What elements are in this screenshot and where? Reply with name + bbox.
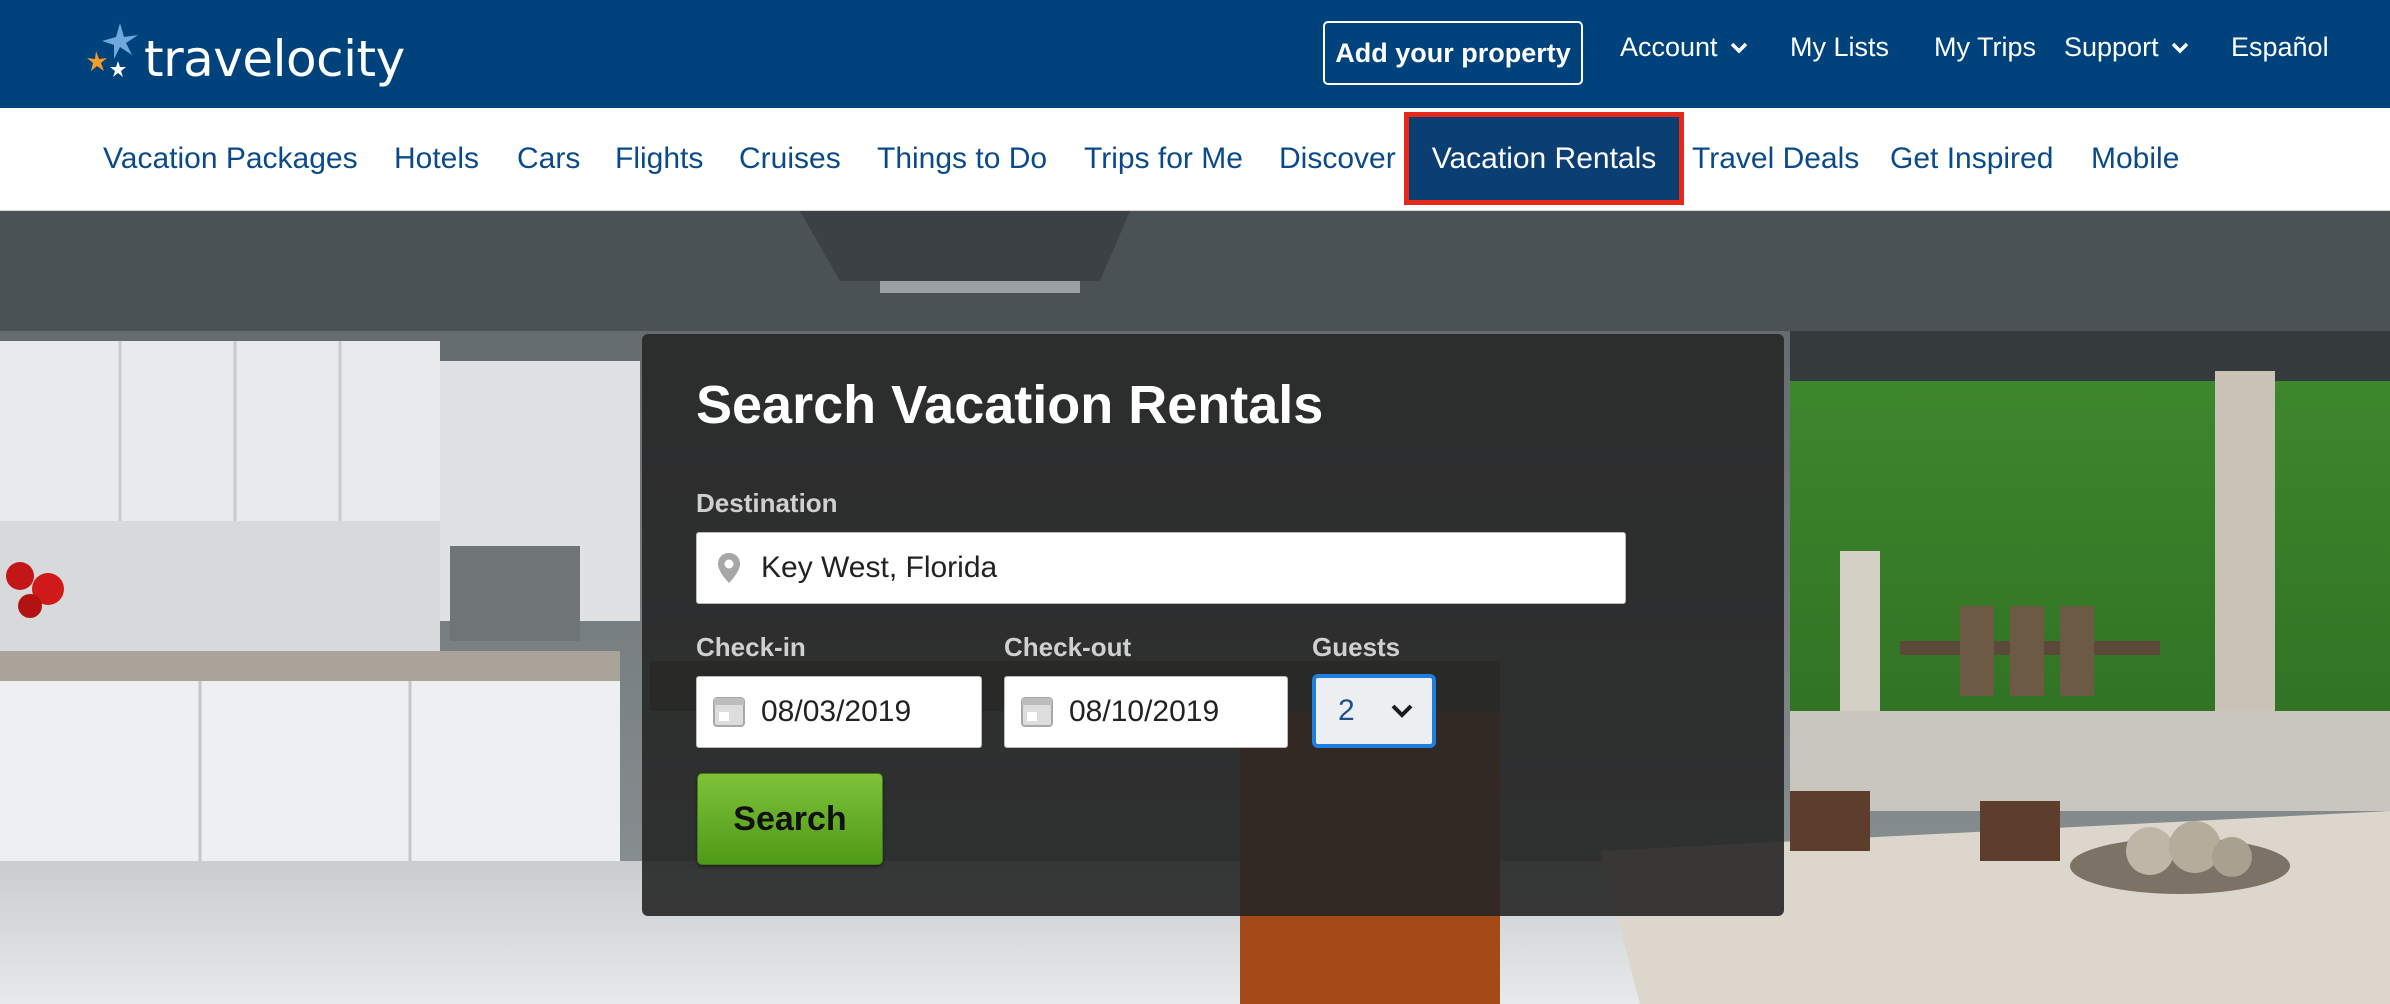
nav-vacation-rentals-label: Vacation Rentals [1431, 141, 1657, 175]
guests-label: Guests [1312, 632, 1401, 662]
chevron-down-icon [1391, 704, 1413, 718]
search-panel: Search Vacation Rentals Destination Key … [642, 334, 1784, 916]
guests-value: 2 [1338, 694, 1355, 727]
checkout-label: Check-out [1004, 632, 1132, 662]
destination-field[interactable]: Key West, Florida [696, 532, 1626, 604]
chevron-down-icon [1730, 42, 1747, 53]
nav-mobile[interactable]: Mobile [2091, 108, 2179, 210]
search-title: Search Vacation Rentals [696, 375, 1324, 435]
checkout-value: 08/10/2019 [1069, 695, 1220, 728]
nav-trips-for-me[interactable]: Trips for Me [1084, 108, 1243, 210]
search-button[interactable]: Search [697, 773, 883, 865]
nav-travel-deals[interactable]: Travel Deals [1692, 108, 1859, 210]
nav-flights[interactable]: Flights [615, 108, 703, 210]
account-menu[interactable]: Account [1620, 32, 1748, 63]
main-nav: Vacation Packages Hotels Cars Flights Cr… [0, 108, 2390, 211]
support-menu[interactable]: Support [2064, 32, 2189, 63]
my-trips-label: My Trips [1934, 32, 2037, 62]
chevron-down-icon [2171, 42, 2188, 53]
calendar-icon [1021, 697, 1053, 727]
top-header: travelocity Add your property Account My… [0, 0, 2390, 108]
my-lists-label: My Lists [1790, 32, 1890, 62]
nav-vacation-rentals[interactable]: Vacation Rentals [1404, 112, 1684, 205]
checkin-field[interactable]: 08/03/2019 [696, 676, 982, 748]
travelocity-logo-icon [87, 23, 138, 77]
support-label: Support [2064, 32, 2159, 62]
destination-label: Destination [696, 488, 838, 518]
checkin-value: 08/03/2019 [761, 695, 912, 728]
espanol-link[interactable]: Español [2231, 32, 2329, 63]
nav-hotels[interactable]: Hotels [394, 108, 479, 210]
destination-value: Key West, Florida [761, 551, 998, 584]
logo-text: travelocity [144, 30, 405, 88]
map-pin-icon [718, 553, 740, 583]
nav-cars[interactable]: Cars [517, 108, 580, 210]
nav-vacation-packages[interactable]: Vacation Packages [103, 108, 358, 210]
nav-cruises[interactable]: Cruises [739, 108, 841, 210]
travelocity-logo[interactable]: travelocity [84, 20, 405, 92]
account-label: Account [1620, 32, 1718, 62]
my-trips-link[interactable]: My Trips [1934, 32, 2036, 63]
add-property-button[interactable]: Add your property [1323, 21, 1583, 85]
checkout-field[interactable]: 08/10/2019 [1004, 676, 1288, 748]
espanol-label: Español [2231, 32, 2329, 62]
my-lists-link[interactable]: My Lists [1790, 32, 1889, 63]
checkin-label: Check-in [696, 632, 806, 662]
nav-things-to-do[interactable]: Things to Do [877, 108, 1047, 210]
calendar-icon [713, 697, 745, 727]
guests-select[interactable]: 2 [1312, 674, 1436, 748]
nav-discover[interactable]: Discover [1279, 108, 1396, 210]
hero-image: Search Vacation Rentals Destination Key … [0, 211, 2390, 1004]
nav-get-inspired[interactable]: Get Inspired [1890, 108, 2053, 210]
